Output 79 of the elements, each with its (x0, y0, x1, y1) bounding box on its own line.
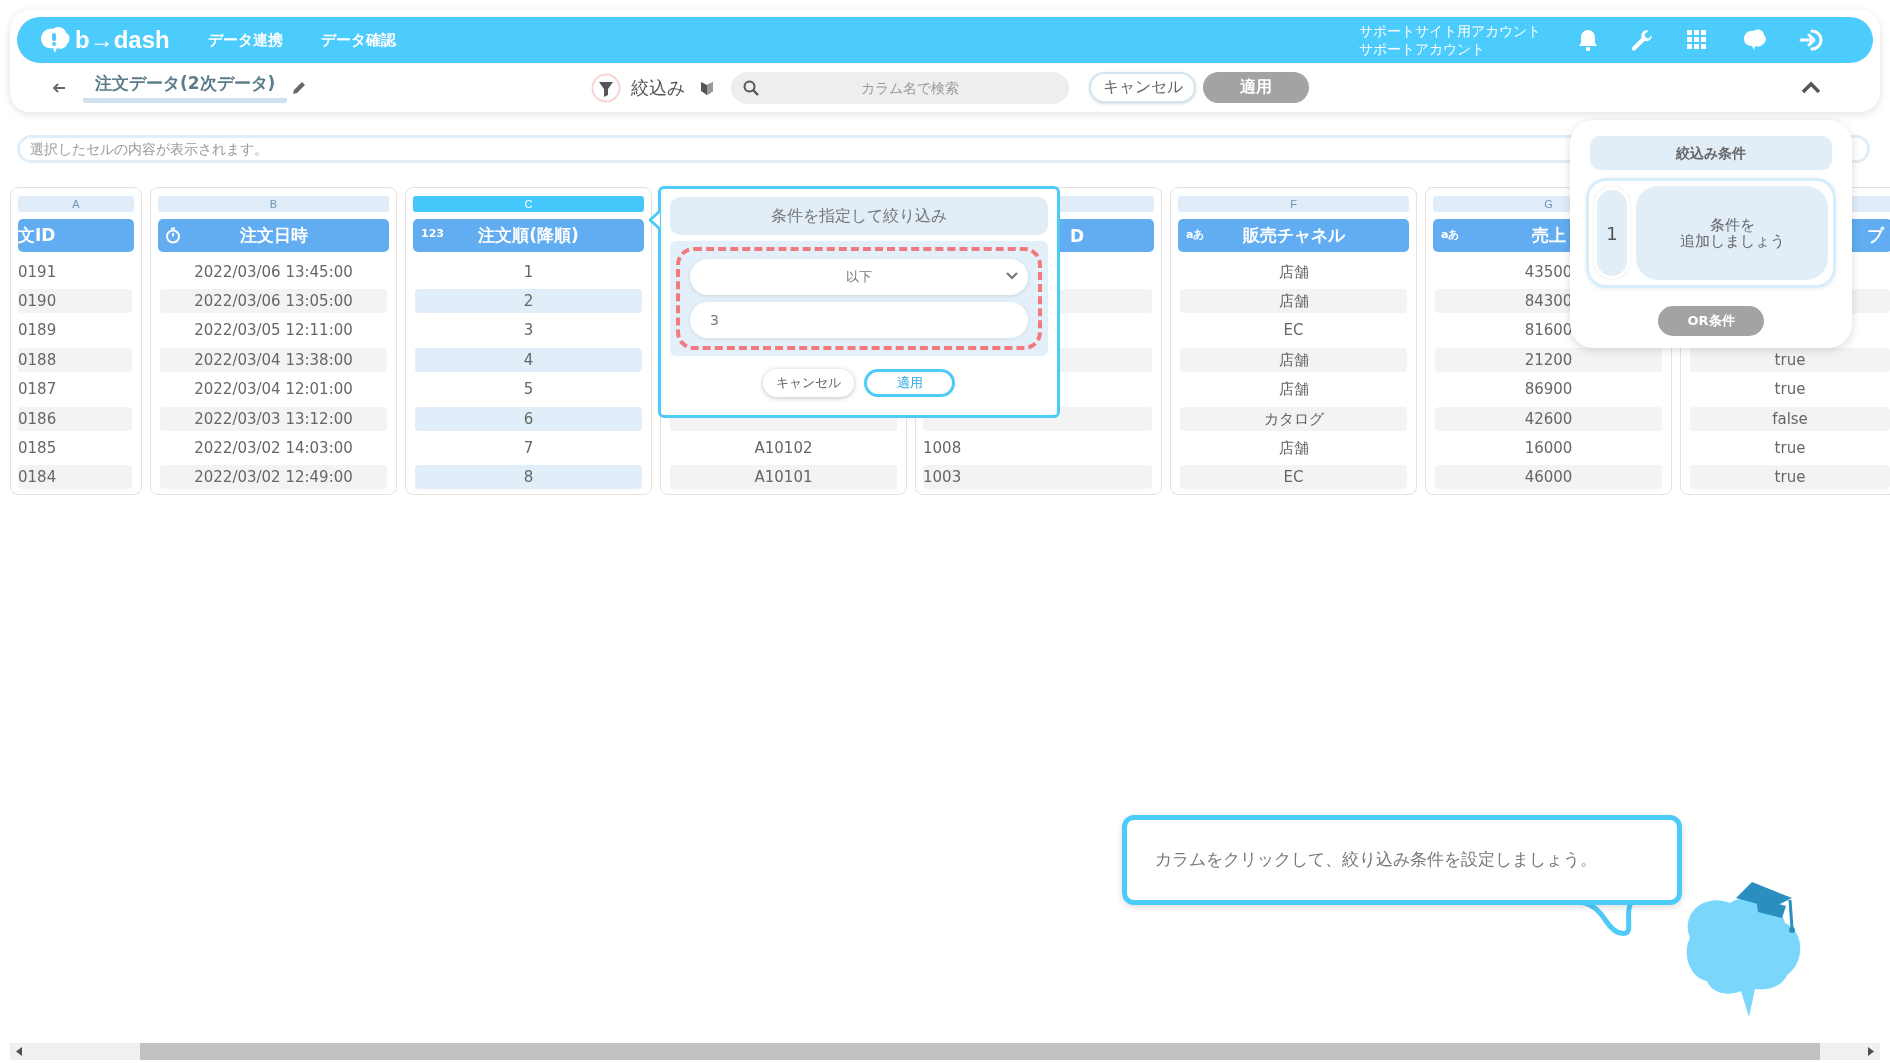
search-field[interactable]: カラム名で検索 (731, 71, 1069, 104)
table-cell: 2022/03/04 13:38:00 (160, 347, 387, 372)
popup-title: 条件を指定して絞り込み (670, 197, 1048, 235)
table-cell-text: 2022/03/05 12:11:00 (193, 320, 354, 342)
add-condition-area[interactable]: 条件を 追加しましょう (1636, 186, 1828, 280)
table-cell: 0184 (18, 465, 132, 490)
value-field[interactable]: 3 (690, 302, 1028, 338)
table-cell-text: 0191 (18, 261, 58, 283)
operator-dropdown[interactable]: 以下 (690, 259, 1028, 295)
filter-label: 絞込み (631, 75, 685, 100)
table-cell: false (1690, 406, 1890, 431)
table-cell: 42600 (1435, 406, 1662, 431)
table-cell: 46000 (1435, 465, 1662, 490)
type-label: 123 (421, 227, 444, 240)
add-condition-text: 条件を (1709, 217, 1755, 233)
nav-link[interactable]: データ確認 (320, 30, 396, 50)
table-cell: A10101 (670, 465, 897, 490)
account-name: サポートアカウント (1359, 40, 1486, 58)
table-cell: 2022/03/02 12:49:00 (160, 465, 387, 490)
table-cell: 0190 (18, 289, 132, 314)
table-cell-text: 3 (522, 320, 535, 342)
column-header[interactable]: 注文日時 (158, 219, 389, 252)
table-cell: 6 (415, 406, 642, 431)
table-cell-text: 2022/03/06 13:45:00 (193, 261, 354, 283)
table-cell-text: 店舗 (1277, 261, 1310, 283)
table-cell-text: 0185 (18, 438, 58, 460)
type-label: aあ (1441, 227, 1460, 242)
table-cell-text: 16000 (1523, 438, 1574, 460)
table-cell-text: A10102 (753, 438, 814, 460)
table-cell: 2 (415, 289, 642, 314)
table-cell: 店舗 (1180, 289, 1407, 314)
table-cell: 4 (415, 347, 642, 372)
table-cell-text: 81600 (1523, 320, 1574, 342)
table-cell-text: 0189 (18, 320, 58, 342)
table-cell: 2022/03/06 13:05:00 (160, 289, 387, 314)
table-cell: カタログ (1180, 406, 1407, 431)
table-cell: 店舗 (1180, 347, 1407, 372)
table-cell: 0186 (18, 406, 132, 431)
table-cell: 8 (415, 465, 642, 490)
table-cell-text: 43500 (1523, 261, 1574, 283)
table-cell-text: 2022/03/02 14:03:00 (193, 438, 354, 460)
account-name: サポートサイト用アカウント (1359, 22, 1541, 40)
table-cell-text: 店舗 (1277, 379, 1310, 401)
table-cell: EC (1180, 465, 1407, 490)
table-cell: 21200 (1435, 347, 1662, 372)
table-cell: 2022/03/03 13:12:00 (160, 406, 387, 431)
table-cell-text: true (1773, 438, 1807, 460)
table-cell-text: 0187 (18, 379, 58, 401)
dataset-title[interactable]: 注文データ(2次データ) (83, 72, 288, 103)
table-cell-text: 店舗 (1277, 438, 1310, 460)
column-letter-tab[interactable]: A (18, 196, 134, 212)
column-letter-tab[interactable]: F (1178, 196, 1409, 212)
column-letter-tab[interactable]: C (413, 196, 644, 212)
panel-title: 絞込み条件 (1590, 136, 1832, 170)
table-cell: 0188 (18, 347, 132, 372)
table-cell-text: 7 (522, 438, 535, 460)
table-cell: true (1690, 347, 1890, 372)
condition-number: 1 (1594, 187, 1630, 279)
table-cell: 1003 (923, 465, 1152, 490)
table-cell-text: 5 (522, 379, 535, 401)
cancel-button[interactable]: キャンセル (1089, 72, 1196, 103)
column-header[interactable]: 123 注文順(降順) (413, 219, 644, 252)
cancel-button[interactable]: キャンセル (763, 369, 854, 397)
column-header[interactable]: 文ID (18, 219, 134, 252)
table-cell-text: 1008 (923, 438, 963, 460)
apply-button[interactable]: 適用 (864, 369, 955, 397)
column-header[interactable]: aあ 販売チャネル (1178, 219, 1409, 252)
add-condition-text: 追加しましょう (1679, 233, 1785, 249)
logo-text: b→dash (75, 26, 170, 54)
type-label: aあ (1186, 227, 1205, 242)
table-cell-text: 2022/03/04 12:01:00 (193, 379, 354, 401)
table-cell-text: true (1773, 379, 1807, 401)
nav-link[interactable]: データ連携 (207, 30, 283, 50)
table-cell: true (1690, 465, 1890, 490)
help-text: カラムをクリックして、絞り込み条件を設定しましょう。 (1155, 849, 1597, 871)
table-cell-text: EC (1282, 320, 1305, 342)
column-letter-tab[interactable]: B (158, 196, 389, 212)
table-cell-text: 86900 (1523, 379, 1574, 401)
table-cell-text: 1 (522, 261, 535, 283)
